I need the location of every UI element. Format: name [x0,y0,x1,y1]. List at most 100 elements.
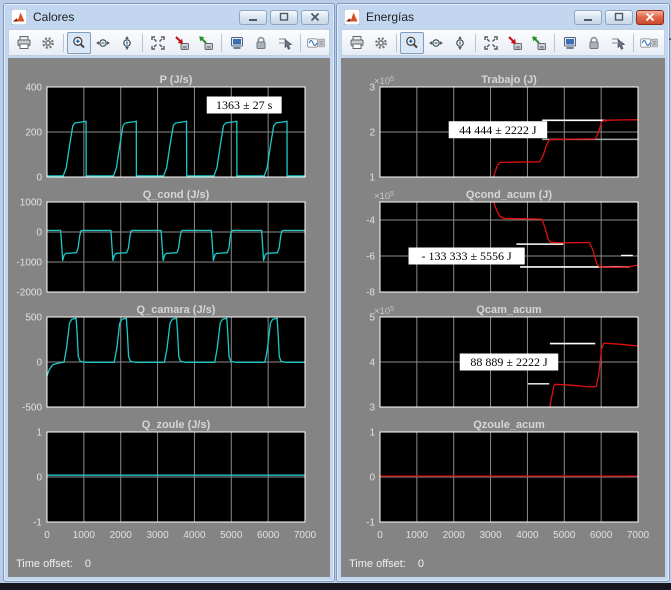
y-tick-label: 3 [369,83,375,94]
dock-button[interactable] [661,32,671,54]
time-offset-value: 0 [84,558,91,570]
zoom-button[interactable] [400,31,424,54]
window-calores: Calores 1363 ± 27 s P (J/s) 0 200 400 Q_cond… [3,3,345,582]
parameters-button[interactable] [36,32,60,54]
chart-title: Qzoule_acum [473,419,545,431]
close-button[interactable] [301,9,329,25]
floating-scope-icon [231,36,243,49]
y-tick-label: -1000 [16,258,42,269]
matlab-icon [10,8,28,26]
toolbar-separator [633,33,634,52]
scope-canvas: 44 444 ± 2222 J Trabajo (J) ×105 1 2 3 - 133 … [341,58,665,577]
axis-exponent: ×105 [374,306,394,317]
minimize-button[interactable] [239,9,267,25]
restore-axes-icon [199,35,213,50]
chart-title: P (J/s) [160,74,193,86]
print-icon [350,35,364,49]
zoom-y-button[interactable] [448,32,472,54]
zoom-y-button[interactable] [115,32,139,54]
plot-qcam-acum[interactable]: 88 889 ± 2222 J Qcam_acum ×105 3 4 5 [343,304,665,419]
annotation-text: - 133 333 ± 5556 J [421,249,512,263]
minimize-button[interactable] [574,9,602,25]
plot-q-camara[interactable]: Q_camara (J/s) -500 0 500 [10,304,330,419]
titlebar[interactable]: Calores [4,4,334,28]
plot-qzoule-acum[interactable]: Qzoule_acum -1 0 1 0 1000 2000 3000 4000 5000 6000… [343,419,665,554]
toolbar-separator [63,33,64,52]
y-tick-label: -4 [366,216,375,227]
y-tick-label: 1 [36,428,42,439]
window-title: Energías [366,10,415,24]
lock-axes-button[interactable] [249,32,273,54]
y-tick-label: 0 [369,473,375,484]
matlab-icon [343,8,361,26]
titlebar[interactable]: Energías [337,4,669,28]
y-tick-label: 0 [36,173,42,184]
save-axes-button[interactable] [503,32,527,54]
parameters-button[interactable] [369,32,393,54]
time-offset-value: 0 [417,558,424,570]
toolbar-separator [221,33,222,52]
plot-p[interactable]: 1363 ± 27 s P (J/s) 0 200 400 [10,74,330,189]
window-title: Calores [33,10,75,24]
annotation-text: 88 889 ± 2222 J [470,355,548,369]
restore-button[interactable] [270,9,298,25]
x-tick-label: 0 [44,530,50,541]
save-axes-icon [508,35,522,50]
toolbar-separator [300,33,301,52]
x-tick-label: 5000 [220,530,243,541]
print-button[interactable] [12,32,36,54]
signal-viewer-button[interactable] [304,32,328,54]
taskbar [0,583,671,590]
autoscale-button[interactable] [146,32,170,54]
zoom-icon [406,36,418,48]
time-offset-label: Time offset: [16,558,73,570]
chart-title: Q_zoule (J/s) [142,419,211,431]
chart-trabajo: 44 444 ± 2222 J Trabajo (J) ×105 1 2 3 [369,74,639,184]
x-tick-label: 1000 [406,530,429,541]
restore-button[interactable] [605,9,633,25]
plot-q-cond[interactable]: Q_cond (J/s) -2000 -1000 0 1000 [10,189,330,304]
plot-q-zoule[interactable]: Q_zoule (J/s) -1 0 1 0 1000 2000 3000 4000 5000 60… [10,419,330,554]
signal-viewer-icon [307,38,325,47]
y-tick-label: 5 [369,313,375,324]
y-tick-label: -1 [33,518,42,529]
time-offset-label: Time offset: [349,558,406,570]
time-offset: Time offset: 0 [343,554,665,570]
signal-selection-button[interactable] [606,32,630,54]
zoom-x-button[interactable] [424,32,448,54]
lock-icon [589,36,599,49]
y-tick-label: 1000 [20,198,43,209]
restore-axes-button[interactable] [527,32,551,54]
scope-canvas: 1363 ± 27 s P (J/s) 0 200 400 Q_cond (J/s) -2… [8,58,330,577]
x-tick-label: 6000 [590,530,613,541]
floating-scope-button[interactable] [225,32,249,54]
x-tick-label: 4000 [183,530,206,541]
y-tick-label: 500 [25,313,42,324]
lock-axes-button[interactable] [582,32,606,54]
restore-axes-button[interactable] [194,32,218,54]
floating-scope-button[interactable] [558,32,582,54]
print-button[interactable] [345,32,369,54]
plot-qcond-acum[interactable]: - 133 333 ± 5556 J Qcond_acum (J) ×105 -8 -6… [343,189,665,304]
close-button[interactable] [636,9,664,25]
y-tick-label: 0 [36,473,42,484]
zoom-button[interactable] [67,31,91,54]
zoom-x-button[interactable] [91,32,115,54]
lock-icon [256,36,266,49]
annotation-text: 44 444 ± 2222 J [459,123,537,137]
gear-icon [42,36,54,49]
toolbar-separator [554,33,555,52]
signal-selection-icon [279,37,293,50]
save-axes-button[interactable] [170,32,194,54]
plot-trabajo[interactable]: 44 444 ± 2222 J Trabajo (J) ×105 1 2 3 [343,74,665,189]
signal-viewer-button[interactable] [637,32,661,54]
signal-selection-icon [612,37,626,50]
chart-p: 1363 ± 27 s P (J/s) 0 200 400 [25,74,306,184]
chart-qcam_acum: 88 889 ± 2222 J Qcam_acum ×105 3 4 5 [369,304,639,414]
signal-selection-button[interactable] [273,32,297,54]
autoscale-button[interactable] [479,32,503,54]
window-energias: Energías 44 444 ± 2222 J Trabajo (J) ×105 1… [336,3,671,582]
y-tick-label: 3 [369,403,375,414]
y-tick-label: 0 [36,228,42,239]
x-tick-label: 7000 [627,530,650,541]
